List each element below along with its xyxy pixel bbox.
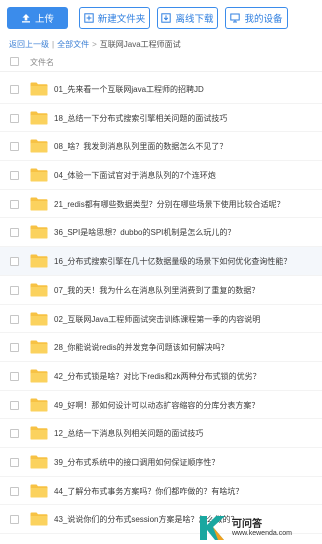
file-name-link[interactable]: 49_好啊！那如何设计可以动态扩容缩容的分库分表方案？ xyxy=(54,400,259,411)
row-checkbox[interactable] xyxy=(10,85,19,94)
breadcrumb-all-files-link[interactable]: 全部文件 xyxy=(57,39,89,50)
folder-icon xyxy=(30,82,48,96)
upload-label: 上传 xyxy=(34,14,54,25)
file-row[interactable]: 01_先来看一个互联网java工程师的招聘JD xyxy=(0,75,322,104)
folder-icon xyxy=(30,197,48,211)
file-name-link[interactable]: 18_总结一下分布式搜索引擎相关问题的面试技巧 xyxy=(54,113,227,124)
folder-icon xyxy=(30,139,48,153)
column-header-filename: 文件名 xyxy=(30,58,54,67)
breadcrumb-back-link[interactable]: 返回上一级 xyxy=(9,39,49,50)
breadcrumb-current: 互联网Java工程师面试 xyxy=(99,40,181,49)
breadcrumb: 返回上一级 | 全部文件 > 互联网Java工程师面试 xyxy=(9,39,181,50)
file-name-link[interactable]: 36_SPI是啥思想？dubbo的SPI机制是怎么玩儿的？ xyxy=(54,227,235,238)
new-folder-icon xyxy=(84,13,94,23)
row-checkbox[interactable] xyxy=(10,285,19,295)
file-row[interactable]: 08_啥？我发到消息队列里面的数据怎么不见了？ xyxy=(0,132,322,162)
row-checkbox[interactable] xyxy=(10,371,19,381)
row-checkbox[interactable] xyxy=(10,314,19,324)
file-row[interactable]: 39_分布式系统中的接口调用如何保证顺序性？ xyxy=(0,448,322,477)
select-all-checkbox[interactable] xyxy=(10,57,19,66)
folder-icon xyxy=(30,111,48,125)
row-checkbox[interactable] xyxy=(10,515,19,525)
file-name-link[interactable]: 12_总结一下消息队列相关问题的面试技巧 xyxy=(54,428,203,439)
row-checkbox[interactable] xyxy=(10,400,19,410)
folder-icon xyxy=(30,168,48,182)
file-name-link[interactable]: 04_体验一下面试官对于消息队列的7个连环炮 xyxy=(54,170,216,181)
file-name-link[interactable]: 01_先来看一个互联网java工程师的招聘JD xyxy=(54,84,204,95)
offline-download-icon xyxy=(161,13,172,23)
row-checkbox[interactable] xyxy=(10,429,19,439)
offline-download-button[interactable]: 离线下载 xyxy=(157,7,218,29)
file-row[interactable]: 21_redis都有哪些数据类型？分别在哪些场景下使用比较合适呢？ xyxy=(0,190,322,219)
watermark-url: www.kewenda.com xyxy=(232,529,292,537)
file-row[interactable]: 12_总结一下消息队列相关问题的面试技巧 xyxy=(0,419,322,448)
folder-icon xyxy=(30,254,48,268)
folder-icon xyxy=(30,369,48,383)
watermark-title: 可问答 xyxy=(232,518,262,530)
file-name-link[interactable]: 21_redis都有哪些数据类型？分别在哪些场景下使用比较合适呢？ xyxy=(54,199,285,210)
file-name-link[interactable]: 44_了解分布式事务方案吗？你们都咋做的？有啥坑？ xyxy=(54,486,243,497)
row-checkbox[interactable] xyxy=(10,199,19,209)
device-icon xyxy=(230,13,241,23)
file-row[interactable]: 18_总结一下分布式搜索引擎相关问题的面试技巧 xyxy=(0,104,322,133)
folder-icon xyxy=(30,283,48,297)
file-name-link[interactable]: 02_互联网Java工程师面试突击训练课程第一季的内容说明 xyxy=(54,314,260,325)
file-list: 01_先来看一个互联网java工程师的招聘JD 18_总结一下分布式搜索引擎相关问… xyxy=(0,75,322,534)
file-list-header: 文件名 xyxy=(0,52,322,72)
toolbar: 上传 新建文件夹 离线下载 我的设备 xyxy=(0,0,322,36)
upload-icon xyxy=(21,13,31,23)
file-name-link[interactable]: 39_分布式系统中的接口调用如何保证顺序性？ xyxy=(54,457,219,468)
my-device-label: 我的设备 xyxy=(244,14,283,25)
file-name-link[interactable]: 07_我的天！我为什么在消息队列里消费到了重复的数据？ xyxy=(54,285,259,296)
new-folder-button[interactable]: 新建文件夹 xyxy=(79,7,150,29)
folder-icon xyxy=(30,225,48,239)
my-device-button[interactable]: 我的设备 xyxy=(225,7,288,29)
row-checkbox[interactable] xyxy=(10,343,19,353)
file-name-link[interactable]: 08_啥？我发到消息队列里面的数据怎么不见了？ xyxy=(54,141,227,152)
row-checkbox[interactable] xyxy=(10,142,19,152)
file-row[interactable]: 42_分布式锁是啥？对比下redis和zk两种分布式锁的优劣？ xyxy=(0,362,322,391)
file-row[interactable]: 02_互联网Java工程师面试突击训练课程第一季的内容说明 xyxy=(0,305,322,334)
row-checkbox[interactable] xyxy=(10,457,19,467)
upload-button[interactable]: 上传 xyxy=(7,7,68,29)
file-name-link[interactable]: 42_分布式锁是啥？对比下redis和zk两种分布式锁的优劣？ xyxy=(54,371,261,382)
breadcrumb-chevron: > xyxy=(92,40,97,49)
breadcrumb-separator: | xyxy=(52,40,55,49)
file-row[interactable]: 36_SPI是啥思想？dubbo的SPI机制是怎么玩儿的？ xyxy=(0,218,322,248)
watermark-logo-icon xyxy=(196,513,228,543)
file-row[interactable]: 16_分布式搜索引擎在几十亿数据量级的场景下如何优化查询性能？ xyxy=(0,247,322,276)
file-row[interactable]: 28_你能说说redis的并发竞争问题该如何解决吗？ xyxy=(0,333,322,362)
folder-icon xyxy=(30,512,48,526)
file-row[interactable]: 04_体验一下面试官对于消息队列的7个连环炮 xyxy=(0,161,322,190)
row-checkbox[interactable] xyxy=(10,257,19,267)
watermark: 可问答 www.kewenda.com xyxy=(196,512,322,544)
row-checkbox[interactable] xyxy=(10,228,19,238)
folder-icon xyxy=(30,455,48,469)
file-row[interactable]: 49_好啊！那如何设计可以动态扩容缩容的分库分表方案？ xyxy=(0,391,322,420)
row-checkbox[interactable] xyxy=(10,486,19,496)
file-row[interactable]: 44_了解分布式事务方案吗？你们都咋做的？有啥坑？ xyxy=(0,477,322,506)
folder-icon xyxy=(30,398,48,412)
offline-download-label: 离线下载 xyxy=(175,14,214,25)
folder-icon xyxy=(30,340,48,354)
new-folder-label: 新建文件夹 xyxy=(97,14,146,25)
row-checkbox[interactable] xyxy=(10,113,19,123)
file-name-link[interactable]: 16_分布式搜索引擎在几十亿数据量级的场景下如何优化查询性能？ xyxy=(54,256,291,267)
folder-icon xyxy=(30,484,48,498)
row-checkbox[interactable] xyxy=(10,171,19,181)
folder-icon xyxy=(30,426,48,440)
file-row[interactable]: 07_我的天！我为什么在消息队列里消费到了重复的数据？ xyxy=(0,276,322,305)
folder-icon xyxy=(30,312,48,326)
file-name-link[interactable]: 28_你能说说redis的并发竞争问题该如何解决吗？ xyxy=(54,342,229,353)
